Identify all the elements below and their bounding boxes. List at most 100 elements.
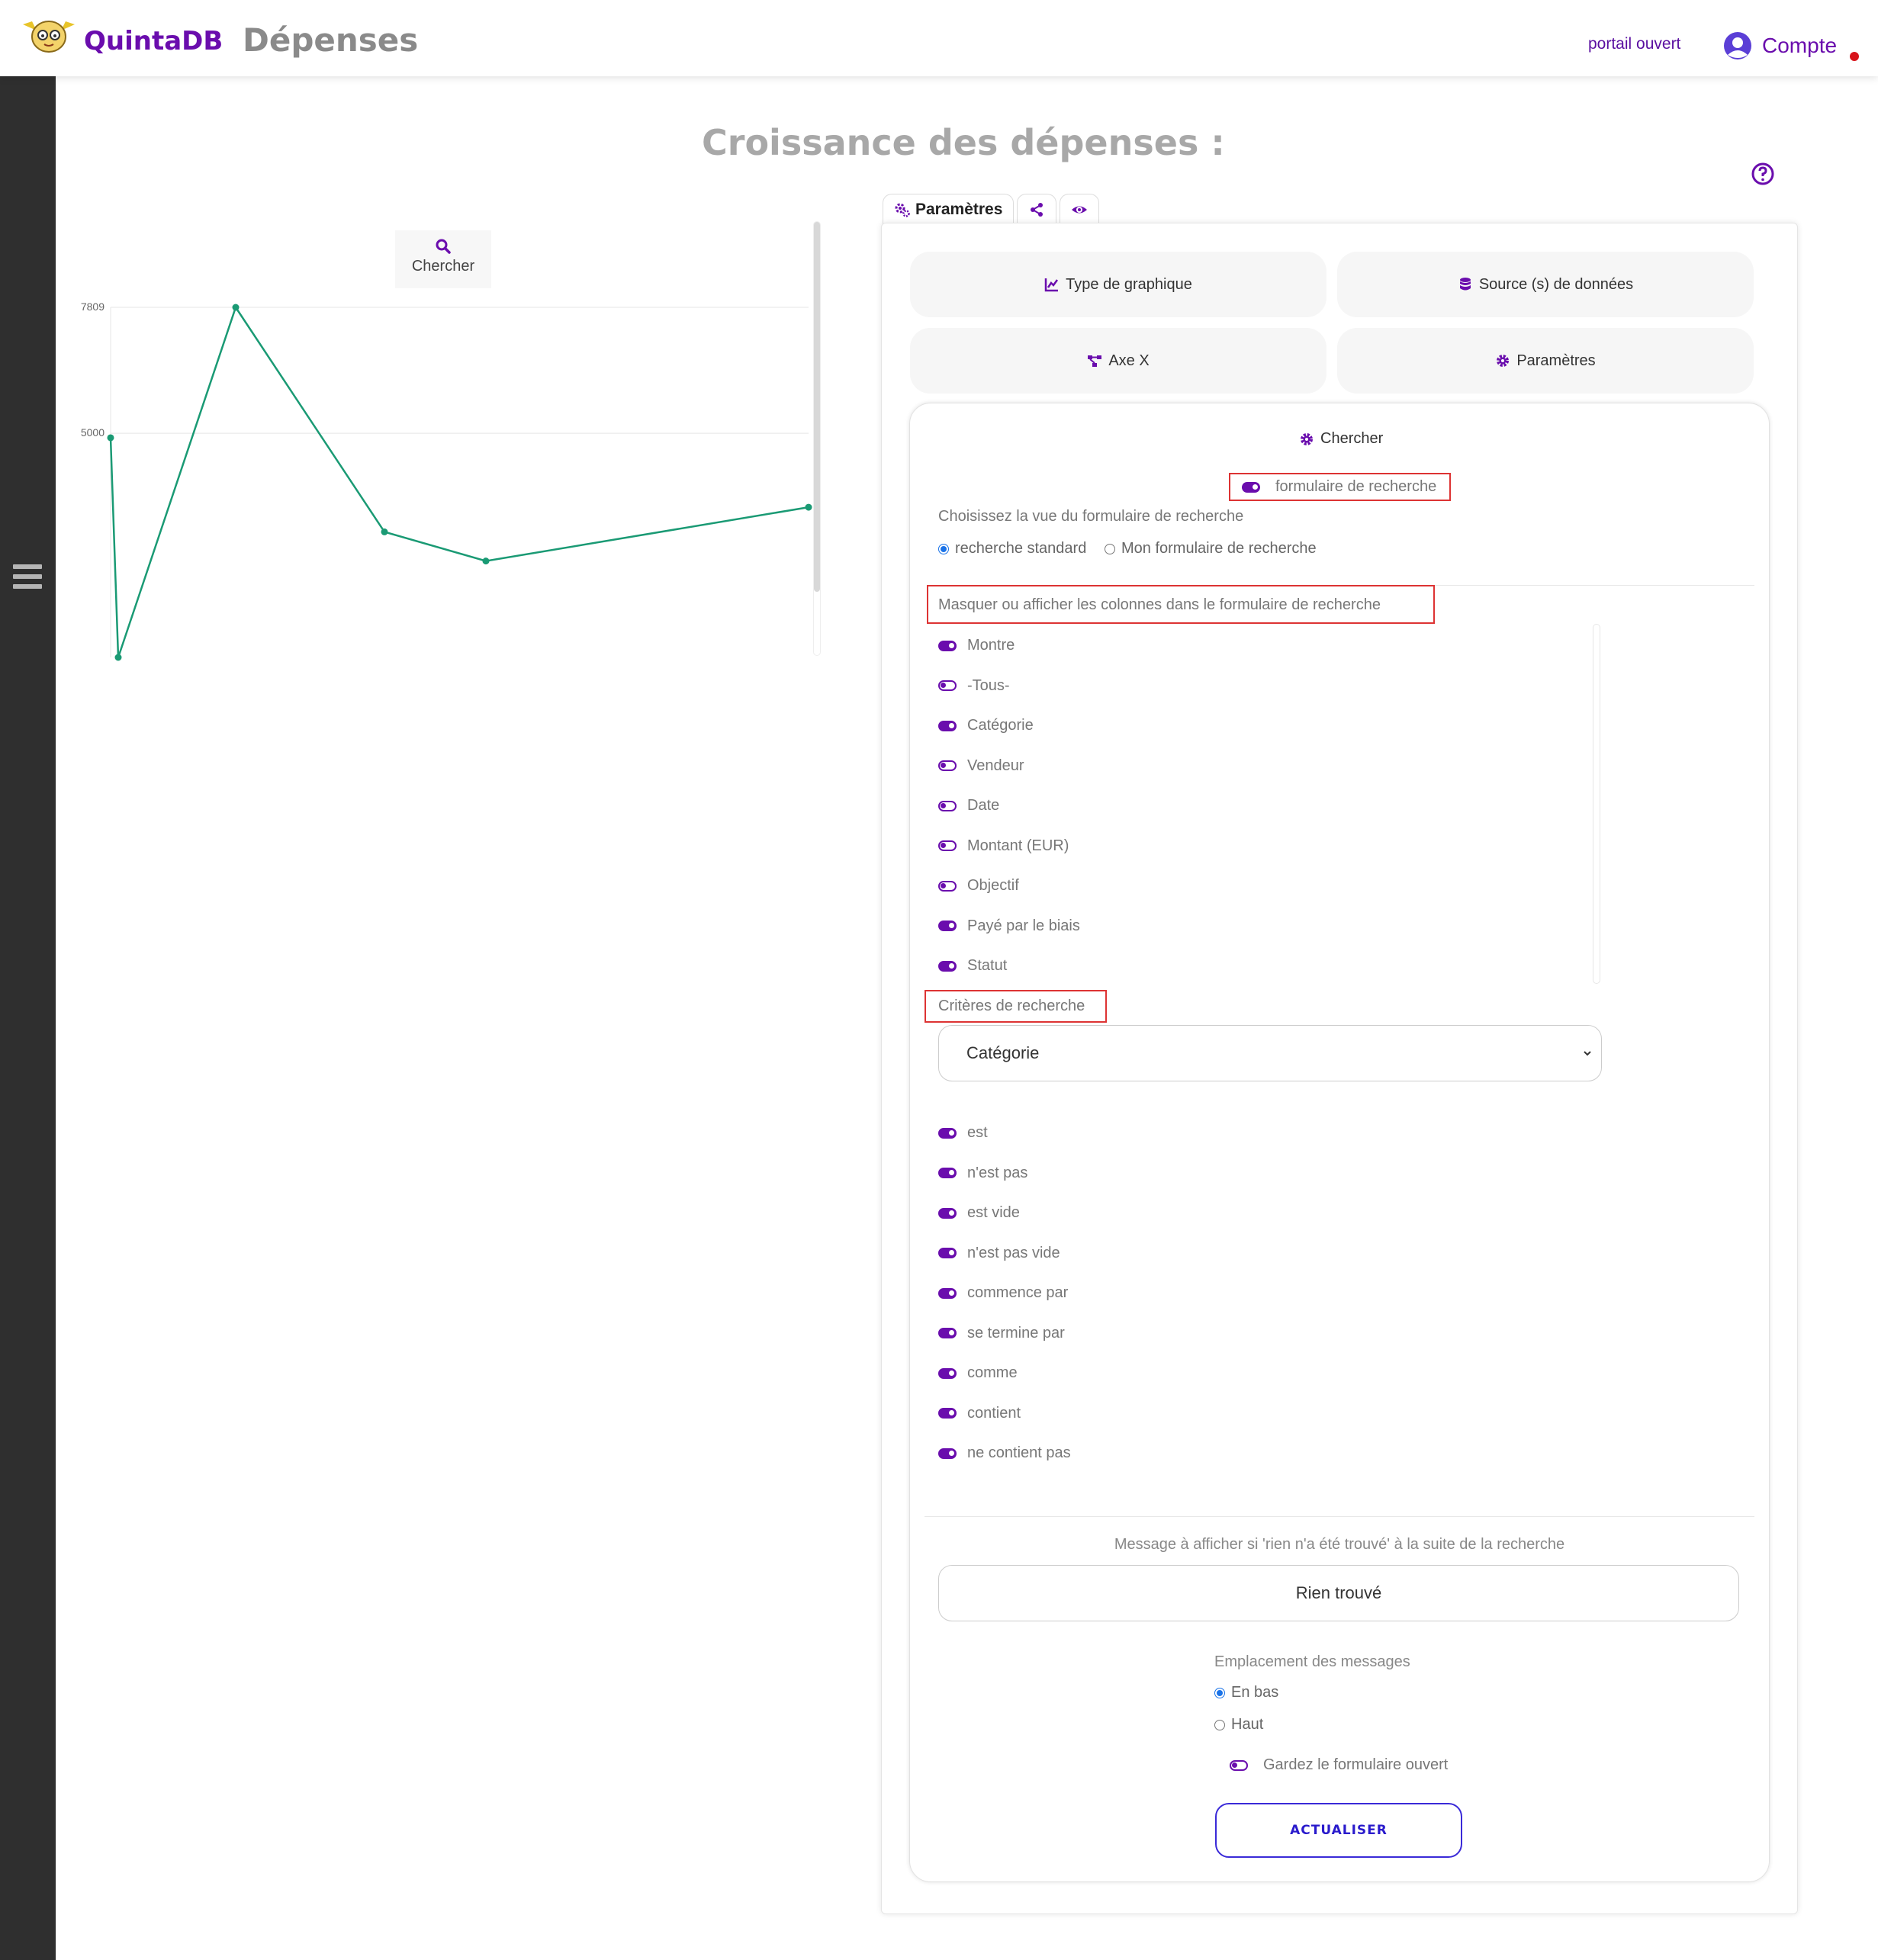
criteria-label: comme <box>967 1364 1018 1381</box>
chevron-down-icon <box>1584 1051 1591 1056</box>
y-tick-label: 5000 <box>81 426 105 439</box>
toggle-off-icon <box>938 800 957 811</box>
brand-name[interactable]: QuintaDB <box>84 26 223 56</box>
column-toggle[interactable]: Statut <box>938 957 1007 975</box>
toggle-on-icon <box>938 1127 957 1139</box>
search-icon <box>436 239 451 254</box>
column-label: Catégorie <box>967 717 1034 734</box>
search-form-toggle[interactable]: formulaire de recherche <box>1242 478 1436 496</box>
criteria-label: n'est pas <box>967 1164 1028 1181</box>
keep-form-open-toggle[interactable]: Gardez le formulaire ouvert <box>1230 1756 1448 1774</box>
criteria-heading: Critères de recherche <box>938 998 1085 1014</box>
column-label: Objectif <box>967 877 1019 894</box>
criteria-toggle[interactable]: contient <box>938 1405 1021 1422</box>
data-sources-button[interactable]: Source (s) de données <box>1337 252 1754 317</box>
column-toggle[interactable]: Vendeur <box>938 757 1024 775</box>
radio-selected-icon <box>1214 1687 1225 1698</box>
data-point[interactable] <box>114 654 122 661</box>
criteria-toggle[interactable]: est <box>938 1124 988 1142</box>
column-label: Montre <box>967 637 1015 654</box>
app-title: Dépenses <box>243 21 419 59</box>
chart-type-label: Type de graphique <box>1066 275 1192 293</box>
database-icon <box>1459 278 1471 291</box>
user-avatar-icon <box>1724 32 1751 59</box>
top-bar: QuintaDB Dépenses portail ouvert Compte <box>0 0 1878 76</box>
criteria-select-value: Catégorie <box>966 1043 1040 1062</box>
search-form-toggle-label: formulaire de recherche <box>1275 478 1437 495</box>
toggle-on-icon <box>938 1408 957 1419</box>
data-point[interactable] <box>232 304 240 311</box>
account-menu[interactable]: Compte <box>1722 31 1837 61</box>
open-portal-link[interactable]: portail ouvert <box>1588 35 1680 53</box>
toggle-off-icon <box>938 840 957 851</box>
parameters-label: Paramètres <box>1516 352 1596 369</box>
criteria-label: ne contient pas <box>967 1444 1071 1461</box>
view-option-standard[interactable]: recherche standard <box>938 540 1086 557</box>
series-line <box>109 305 809 658</box>
help-icon[interactable] <box>1751 162 1775 186</box>
view-option-custom[interactable]: Mon formulaire de recherche <box>1105 540 1317 557</box>
criteria-toggle[interactable]: commence par <box>938 1284 1068 1302</box>
chart-scroll-thumb[interactable] <box>814 222 820 592</box>
not-found-label: Message à afficher si 'rien n'a été trou… <box>1114 1536 1565 1553</box>
data-point[interactable] <box>381 528 388 535</box>
data-sources-label: Source (s) de données <box>1478 275 1634 293</box>
toggle-on-icon <box>1242 481 1260 493</box>
not-found-message-input[interactable]: Rien trouvé <box>938 1565 1739 1621</box>
column-label: Statut <box>967 957 1008 974</box>
gear-icon <box>1301 432 1313 445</box>
data-point[interactable] <box>482 557 490 565</box>
tab-preview[interactable] <box>1060 194 1100 224</box>
project-diagram-icon <box>1088 355 1102 367</box>
column-toggle[interactable]: Payé par le biais <box>938 917 1080 935</box>
radio-unselected-icon <box>1105 543 1115 554</box>
column-toggle[interactable]: -Tous- <box>938 677 1010 695</box>
x-axis-button[interactable]: Axe X <box>910 328 1326 394</box>
chart-search-button[interactable]: Chercher <box>395 230 491 288</box>
tab-settings[interactable]: Paramètres <box>883 194 1015 224</box>
column-toggle[interactable]: Montant (EUR) <box>938 837 1069 855</box>
gears-icon <box>895 203 910 217</box>
message-location-bottom[interactable]: En bas <box>1214 1684 1278 1701</box>
tab-share[interactable] <box>1017 194 1057 224</box>
column-label: Payé par le biais <box>967 917 1080 934</box>
column-toggle[interactable]: Objectif <box>938 877 1019 895</box>
criteria-label: contient <box>967 1404 1021 1422</box>
radio-selected-icon <box>938 543 949 554</box>
toggle-on-icon <box>938 720 957 731</box>
chart-type-button[interactable]: Type de graphique <box>910 252 1326 317</box>
criteria-toggle[interactable]: n'est pas <box>938 1165 1027 1182</box>
criteria-toggle[interactable]: comme <box>938 1364 1018 1382</box>
criteria-column-select[interactable]: Catégorie <box>938 1025 1602 1081</box>
sidebar <box>0 76 56 1960</box>
line-chart-icon <box>1044 278 1059 292</box>
toggle-on-icon <box>938 921 957 931</box>
view-choice-label: Choisissez la vue du formulaire de reche… <box>938 508 1244 525</box>
toggle-off-icon <box>938 680 957 691</box>
logo-icon[interactable] <box>20 17 78 56</box>
criteria-toggle[interactable]: ne contient pas <box>938 1444 1071 1462</box>
toggle-on-icon <box>938 1287 957 1299</box>
criteria-toggle[interactable]: est vide <box>938 1204 1020 1222</box>
column-label: Montant (EUR) <box>967 837 1069 854</box>
message-location-label: Emplacement des messages <box>1214 1653 1410 1670</box>
criteria-toggle[interactable]: n'est pas vide <box>938 1245 1060 1262</box>
parameters-button[interactable]: Paramètres <box>1337 328 1754 394</box>
update-button[interactable]: ACTUALISER <box>1215 1803 1462 1858</box>
message-location-top[interactable]: Haut <box>1214 1716 1263 1733</box>
criteria-label: se termine par <box>967 1324 1065 1341</box>
column-list-scrollbar[interactable] <box>1593 624 1600 984</box>
column-toggle[interactable]: Date <box>938 797 999 815</box>
column-toggle[interactable]: Catégorie <box>938 717 1034 734</box>
toggle-on-icon <box>938 1248 957 1258</box>
data-point[interactable] <box>805 503 812 511</box>
toggle-off-icon <box>938 760 957 771</box>
criteria-toggle[interactable]: se termine par <box>938 1325 1065 1342</box>
column-label: -Tous- <box>967 676 1010 694</box>
column-toggle[interactable]: Montre <box>938 637 1015 654</box>
chart-scrollbar[interactable] <box>813 221 821 656</box>
menu-icon[interactable] <box>13 564 42 589</box>
tab-settings-label: Paramètres <box>915 200 1003 218</box>
message-location-bottom-label: En bas <box>1231 1684 1279 1701</box>
data-point[interactable] <box>107 434 114 442</box>
